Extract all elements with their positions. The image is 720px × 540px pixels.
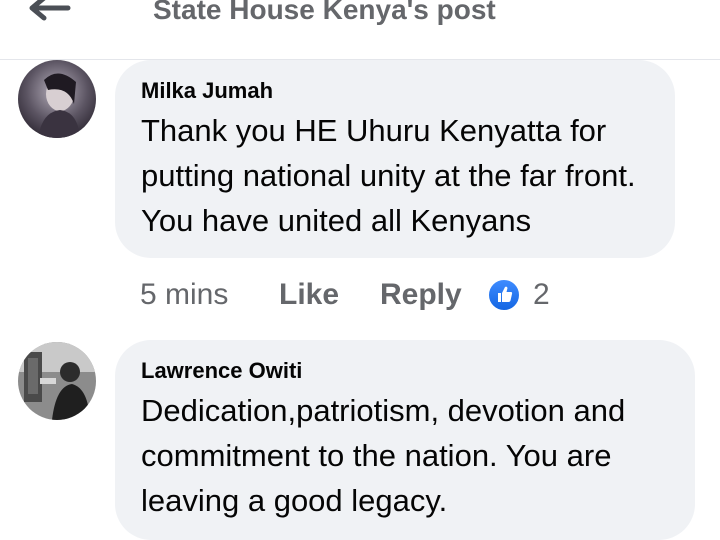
comment-author[interactable]: Lawrence Owiti: [141, 358, 669, 384]
page-title: State House Kenya's post: [153, 0, 496, 25]
avatar[interactable]: [18, 60, 96, 138]
avatar[interactable]: [18, 342, 96, 420]
avatar-image: [18, 60, 96, 138]
avatar-image: [18, 342, 96, 420]
comment-bubble[interactable]: Lawrence Owiti Dedication,patriotism, de…: [115, 340, 695, 540]
comment-timestamp[interactable]: 5 mins: [140, 275, 228, 315]
comment-actions: 5 mins Like Reply 2: [0, 275, 720, 315]
like-button[interactable]: Like: [279, 275, 339, 315]
back-arrow-icon[interactable]: [22, 0, 72, 30]
reply-button[interactable]: Reply: [380, 275, 462, 315]
comment-bubble[interactable]: Milka Jumah Thank you HE Uhuru Kenyatta …: [115, 60, 675, 258]
top-bar: State House Kenya's post: [0, 0, 720, 60]
comment-text: Thank you HE Uhuru Kenyatta for putting …: [141, 113, 636, 238]
comment-author[interactable]: Milka Jumah: [141, 78, 649, 104]
reaction-count[interactable]: 2: [533, 275, 550, 315]
like-reaction-icon[interactable]: [487, 278, 521, 312]
comment-text: Dedication,patriotism, devotion and comm…: [141, 393, 626, 518]
